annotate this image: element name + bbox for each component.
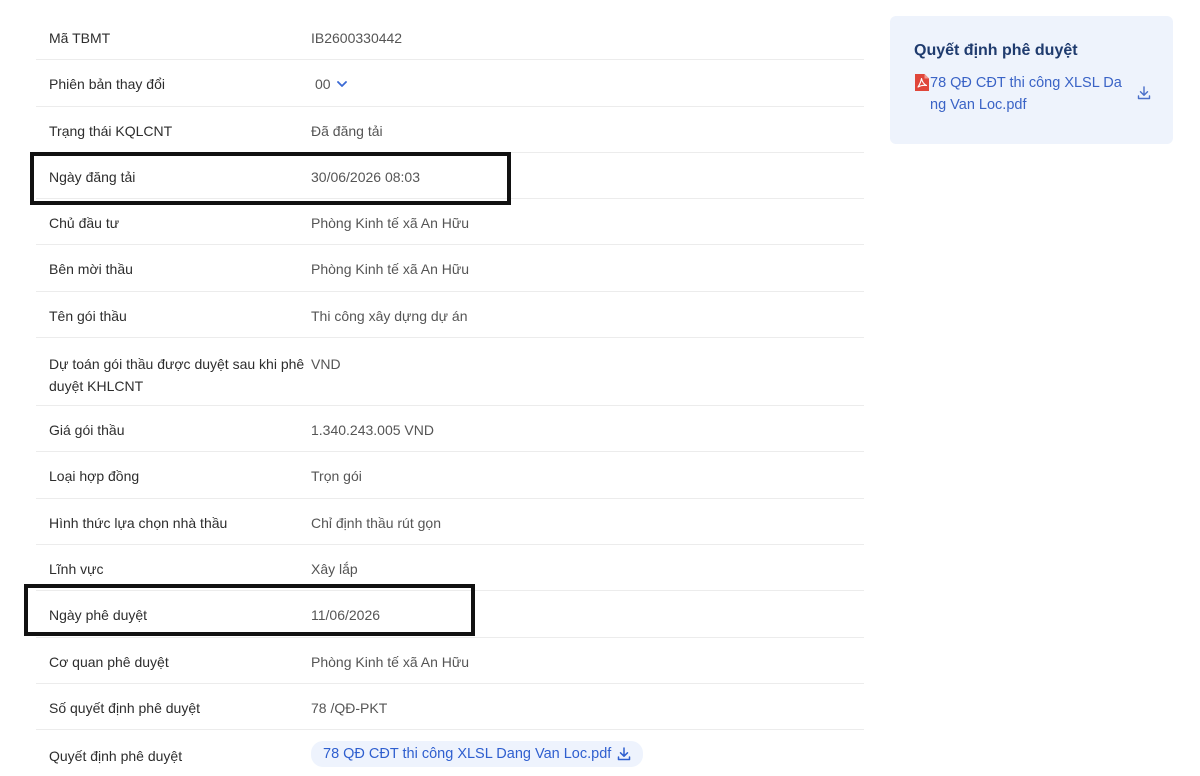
row-linh-vuc: Lĩnh vực Xây lắp	[36, 545, 864, 592]
chevron-down-icon	[336, 80, 347, 87]
row-value: Đã đăng tải	[311, 122, 383, 139]
decision-file-name: 78 QĐ CĐT thi công XLSL Dang Van Loc.pdf	[323, 746, 612, 763]
decision-card-file-link[interactable]: 78 QĐ CĐT thi công XLSL Dang Van Loc.pdf	[930, 72, 1129, 116]
row-label: Phiên bản thay đổi	[49, 76, 165, 93]
row-label: Ngày phê duyệt	[49, 607, 148, 624]
row-ngay-phe-duyet: Ngày phê duyệt 11/06/2026	[36, 591, 864, 638]
row-label: Cơ quan phê duyệt	[49, 653, 169, 670]
row-label: Số quyết định phê duyệt	[49, 699, 201, 716]
row-value: Phòng Kinh tế xã An Hữu	[311, 653, 470, 670]
version-dropdown[interactable]: 00	[311, 73, 347, 95]
row-co-quan: Cơ quan phê duyệt Phòng Kinh tế xã An Hữ…	[36, 638, 864, 684]
row-ngay-dang-tai: Ngày đăng tải 30/06/2026 08:03	[36, 153, 864, 200]
download-icon[interactable]	[1137, 86, 1151, 100]
row-value: 30/06/2026 08:03	[311, 168, 420, 185]
row-label: Lĩnh vực	[49, 560, 104, 577]
row-loai-hop-dong: Loại hợp đồng Trọn gói	[36, 452, 864, 499]
row-value: Phòng Kinh tế xã An Hữu	[311, 261, 470, 278]
row-ten-goi-thau: Tên gói thầu Thi công xây dựng dự án	[36, 292, 864, 339]
row-ben-moi-thau: Bên mời thầu Phòng Kinh tế xã An Hữu	[36, 245, 864, 292]
row-label: Quyết định phê duyệt	[49, 748, 183, 765]
decision-file-link[interactable]: 78 QĐ CĐT thi công XLSL Dang Van Loc.pdf	[311, 741, 644, 768]
row-label: Trạng thái KQLCNT	[49, 122, 173, 139]
row-label: Ngày đăng tải	[49, 168, 136, 185]
version-value: 00	[315, 76, 331, 93]
row-label: Bên mời thầu	[49, 261, 133, 278]
decision-card-title: Quyết định phê duyệt	[914, 42, 1078, 59]
row-label: Chủ đầu tư	[49, 215, 120, 232]
row-value: Thi công xây dựng dự án	[311, 307, 468, 324]
row-du-toan: Dự toán gói thầu được duyệt sau khi phê …	[36, 338, 864, 407]
row-value: Chỉ định thầu rút gọn	[311, 514, 441, 531]
download-icon[interactable]	[617, 747, 631, 761]
row-gia-goi-thau: Giá gói thầu 1.340.243.005 VND	[36, 406, 864, 453]
row-value: 78 /QĐ-PKT	[311, 699, 388, 716]
row-phien-ban: Phiên bản thay đổi 00	[36, 60, 864, 107]
row-value: Xây lắp	[311, 560, 358, 577]
row-quyet-dinh: Quyết định phê duyệt 78 QĐ CĐT thi công …	[36, 730, 864, 776]
row-label: Tên gói thầu	[49, 307, 127, 324]
decision-card-file: 78 QĐ CĐT thi công XLSL Dang Van Loc.pdf	[914, 72, 1151, 116]
row-label: Giá gói thầu	[49, 422, 125, 439]
row-label: Mã TBMT	[49, 30, 111, 46]
row-trang-thai: Trạng thái KQLCNT Đã đăng tải	[36, 107, 864, 153]
row-hinh-thuc: Hình thức lựa chọn nhà thầu Chỉ định thầ…	[36, 499, 864, 545]
row-value: IB2600330442	[311, 30, 403, 46]
row-chu-dau-tu: Chủ đầu tư Phòng Kinh tế xã An Hữu	[36, 199, 864, 246]
pdf-file-icon	[915, 74, 929, 91]
row-value: Trọn gói	[311, 468, 362, 485]
row-label: Dự toán gói thầu được duyệt sau khi phê …	[49, 356, 305, 395]
decision-card: Quyết định phê duyệt 78 QĐ CĐT thi công …	[890, 16, 1173, 144]
row-label: Loại hợp đồng	[49, 468, 140, 485]
row-value: VND	[311, 356, 341, 373]
row-so-quyet-dinh: Số quyết định phê duyệt 78 /QĐ-PKT	[36, 684, 864, 731]
row-ma-tbmt: Mã TBMT IB2600330442	[36, 14, 864, 61]
info-table: Mã TBMT IB2600330442 Phiên bản thay đổi …	[36, 14, 864, 776]
row-label: Hình thức lựa chọn nhà thầu	[49, 514, 228, 531]
row-value: Phòng Kinh tế xã An Hữu	[311, 215, 470, 232]
row-value: 1.340.243.005 VND	[311, 422, 434, 439]
row-value: 11/06/2026	[311, 607, 381, 624]
